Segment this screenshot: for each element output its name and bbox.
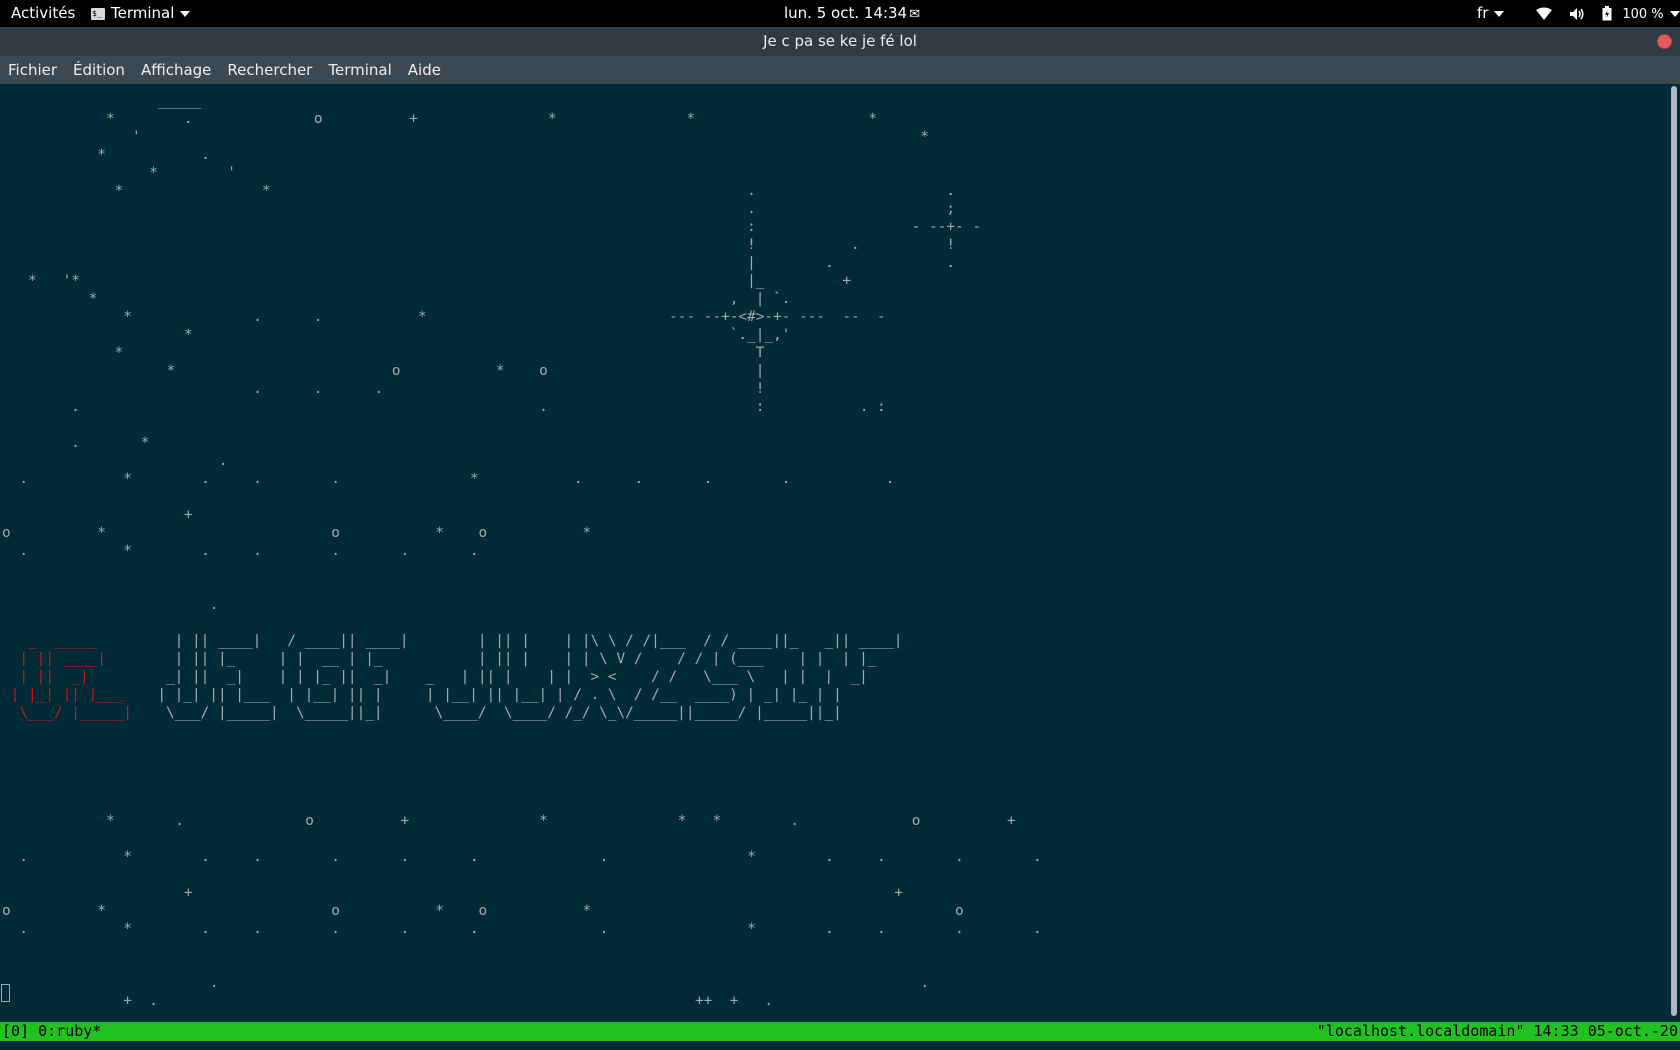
window-title: Je c pa se ke je fé lol: [763, 32, 917, 50]
close-icon[interactable]: [1657, 34, 1672, 49]
menu-fichier[interactable]: Fichier: [0, 56, 65, 84]
scrollbar[interactable]: [1668, 84, 1680, 1022]
chevron-down-icon: [180, 10, 191, 17]
clock-label: lun. 5 oct. 14:34: [784, 4, 908, 22]
window-titlebar[interactable]: Je c pa se ke je fé lol: [0, 27, 1680, 56]
battery-icon: [1602, 6, 1612, 21]
tmux-window-list: [0] 0:ruby*: [2, 1022, 102, 1040]
mail-icon: ✉: [909, 7, 921, 22]
tmux-host-clock: "localhost.localdomain" 14:33 05-oct.-20: [1316, 1022, 1678, 1040]
app-menu-label: Terminal: [111, 4, 175, 22]
menubar: Fichier Édition Affichage Rechercher Termina…: [0, 56, 1680, 84]
terminal-icon: $_: [91, 7, 105, 20]
top-bar: Activités $_ Terminal lun. 5 oct. 14:34 ✉ …: [0, 0, 1680, 27]
system-status-area[interactable]: 100 %: [1536, 0, 1680, 27]
starfield-ascii-art: _____ * . o + * * * ' * * . * ' * * . . …: [2, 93, 982, 613]
lower-starfield-ascii-art: * . o + * * * . o + . * . . . . . . * . …: [2, 813, 1042, 1009]
menu-aide[interactable]: Aide: [400, 56, 449, 84]
tmux-status-bar: [0] 0:ruby* "localhost.localdomain" 14:3…: [0, 1022, 1680, 1041]
scrollbar-thumb[interactable]: [1671, 86, 1677, 1016]
menu-affichage[interactable]: Affichage: [133, 56, 219, 84]
app-menu[interactable]: $_ Terminal: [91, 0, 191, 27]
terminal-bottom-padding: [0, 1041, 1680, 1050]
wifi-icon: [1536, 7, 1552, 20]
activities-button[interactable]: Activités: [11, 0, 75, 27]
menu-rechercher[interactable]: Rechercher: [219, 56, 320, 84]
menu-terminal[interactable]: Terminal: [320, 56, 399, 84]
menu-edition[interactable]: Édition: [65, 56, 133, 84]
chevron-down-icon: [1494, 10, 1505, 17]
speaker-icon: [1569, 7, 1584, 20]
terminal-area[interactable]: _____ * . o + * * * ' * * . * ' * * . . …: [0, 84, 1668, 1022]
terminal-cursor: [1, 984, 10, 1002]
clock[interactable]: lun. 5 oct. 14:34 ✉: [784, 0, 920, 27]
chevron-down-icon: [1669, 10, 1680, 17]
keyboard-layout-indicator[interactable]: fr: [1477, 0, 1505, 27]
battery-percent: 100 %: [1622, 7, 1664, 22]
keyboard-layout-label: fr: [1477, 4, 1489, 22]
